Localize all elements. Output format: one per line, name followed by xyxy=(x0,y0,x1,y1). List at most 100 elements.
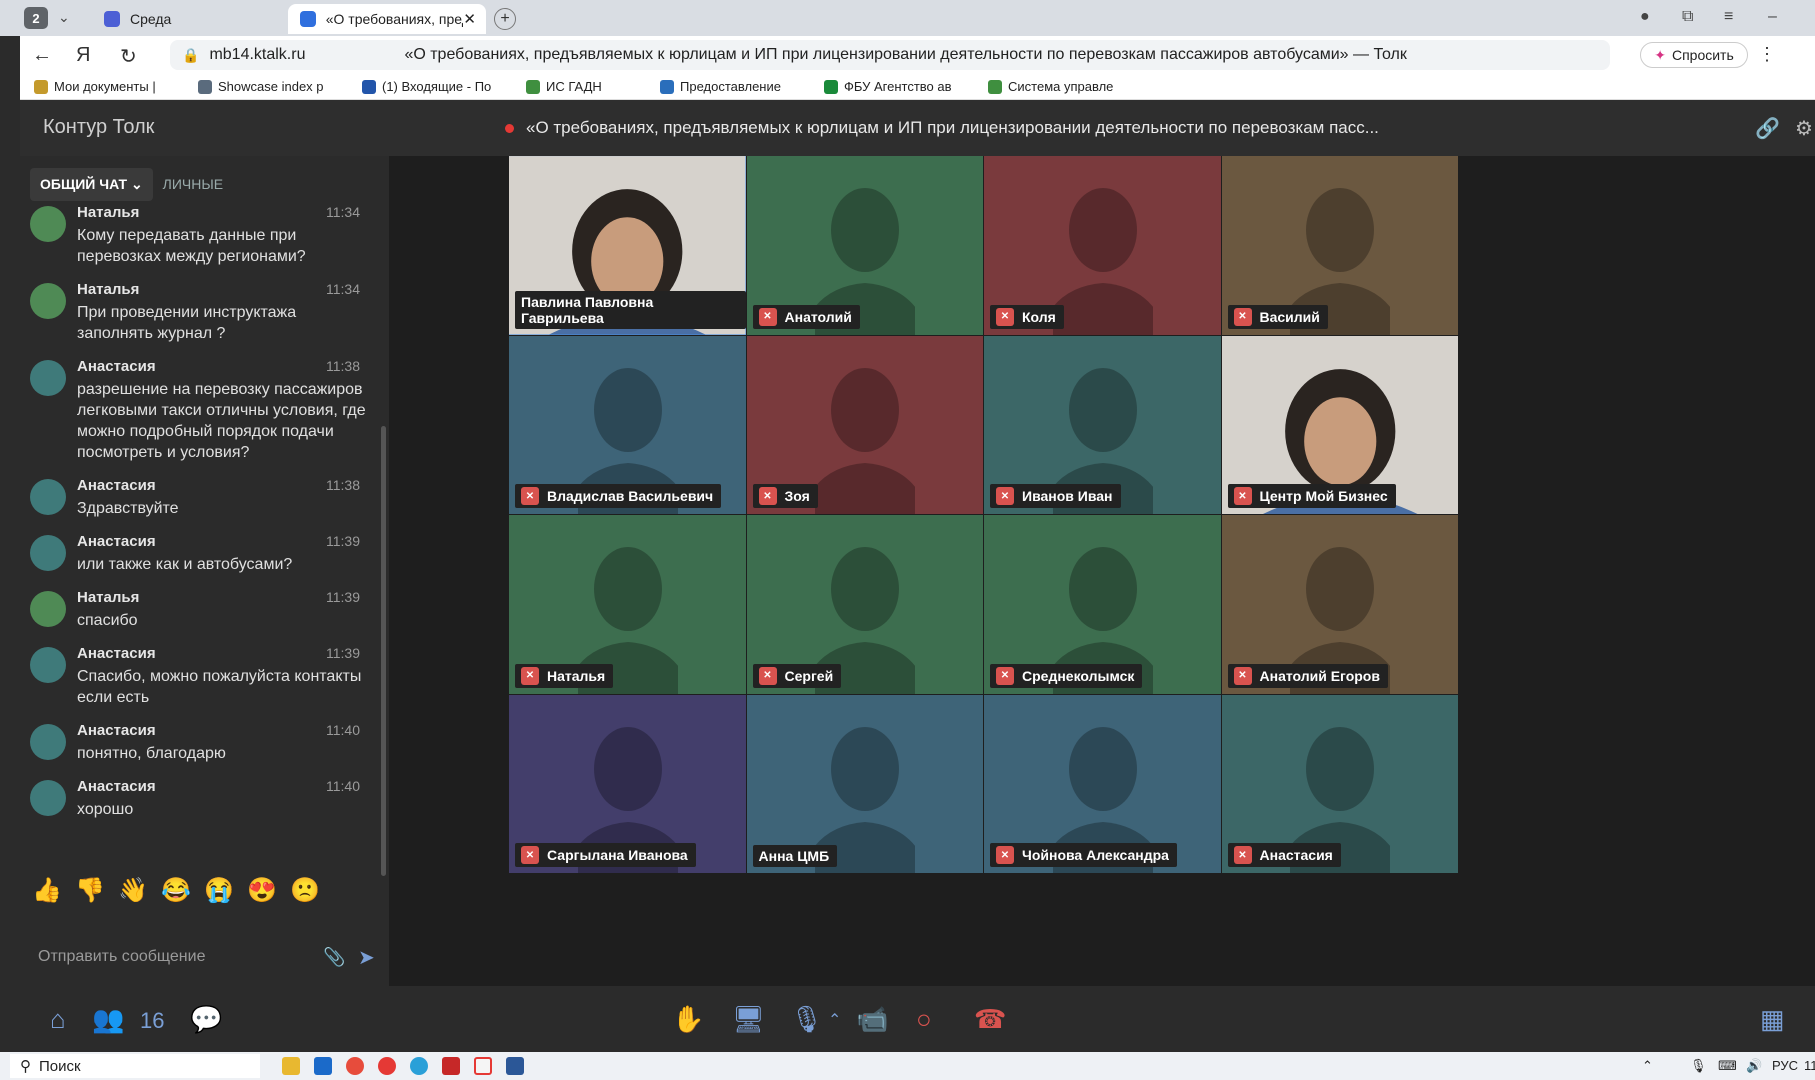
reload-icon[interactable]: ↻ xyxy=(120,44,137,69)
bookmark-item[interactable]: ФБУ Агентство ав xyxy=(824,79,974,94)
chevron-up-icon[interactable]: ⌃ xyxy=(828,1010,841,1030)
screen-share-icon[interactable]: 🖥 xyxy=(732,1004,765,1035)
message-time: 11:39 xyxy=(326,589,360,605)
message-composer[interactable]: Отправить сообщение 📎 ➤ xyxy=(38,938,378,976)
tray-mic-icon[interactable]: 🎙 xyxy=(1690,1058,1707,1074)
reaction-button[interactable]: 👎 xyxy=(75,876,118,905)
yandex-icon[interactable]: Я xyxy=(76,44,90,67)
minimize-icon[interactable]: – xyxy=(1768,8,1777,26)
participant-tile[interactable]: ✕ Центр Мой Бизнес xyxy=(1221,335,1458,514)
participant-tile[interactable]: ✕ Коля xyxy=(984,156,1221,335)
participant-tile[interactable]: Павлина Павловна Гаврильева xyxy=(509,156,746,335)
chat-scrollbar[interactable] xyxy=(381,426,386,876)
chat-message[interactable]: Анастасия 11:40 понятно, благодарю xyxy=(20,722,380,764)
bookmark-item[interactable]: ИС ГАДН xyxy=(526,79,646,94)
reaction-button[interactable]: 🙁 xyxy=(290,876,333,905)
chevron-down-icon[interactable]: ⌄ xyxy=(58,9,70,26)
tab-meeting[interactable]: «О требованиях, предъ ✕ xyxy=(288,4,486,34)
bookmark-item[interactable]: (1) Входящие - По xyxy=(362,79,512,94)
tray-volume-icon[interactable]: 🔊 xyxy=(1746,1058,1762,1074)
message-text: понятно, благодарю xyxy=(77,745,226,762)
chat-message[interactable]: Наталья 11:34 Кому передавать данные при п… xyxy=(20,204,380,267)
participant-tile[interactable]: ✕ Анатолий xyxy=(746,156,983,335)
participants-icon[interactable]: 👥 xyxy=(92,1004,124,1035)
participant-tile[interactable]: ✕ Владислав Васильевич xyxy=(509,335,746,514)
opera-icon[interactable] xyxy=(378,1057,396,1075)
participant-tile[interactable]: ✕ Зоя xyxy=(746,335,983,514)
tab-sreda[interactable]: Среда xyxy=(92,4,277,34)
tray-language[interactable]: РУС xyxy=(1772,1058,1798,1073)
menu-icon[interactable]: ≡ xyxy=(1724,8,1733,26)
avatar xyxy=(30,283,66,319)
bookmark-item[interactable]: Мои документы | xyxy=(34,79,184,94)
tray-arrow-icon[interactable]: ⌃ xyxy=(1642,1058,1653,1074)
chat-message[interactable]: Анастасия 11:40 хорошо xyxy=(20,778,380,820)
participant-tile[interactable]: ✕ Анастасия xyxy=(1221,694,1458,873)
participant-name: Анна ЦМБ xyxy=(758,848,830,864)
message-time: 11:40 xyxy=(326,722,360,738)
participant-count[interactable]: 16 xyxy=(140,1008,164,1034)
chat-message[interactable]: Анастасия 11:38 разрешение на перевозку па… xyxy=(20,358,380,463)
yandex-browser-icon[interactable] xyxy=(474,1057,492,1075)
edge-icon[interactable] xyxy=(410,1057,428,1075)
reaction-button[interactable]: 😭 xyxy=(204,876,247,905)
reaction-button[interactable]: 😂 xyxy=(161,876,204,905)
tab-common-chat[interactable]: ОБЩИЙ ЧАТ ⌄ xyxy=(30,168,153,201)
reaction-button[interactable]: 😍 xyxy=(247,876,290,905)
url-field[interactable]: 🔒 mb14.ktalk.ru «О требованиях, предъявл… xyxy=(170,40,1610,70)
explorer-icon[interactable] xyxy=(282,1057,300,1075)
profile-icon[interactable]: ● xyxy=(1640,8,1650,26)
raise-hand-icon[interactable]: ✋ xyxy=(672,1004,704,1035)
chat-message[interactable]: Анастасия 11:39 Спасибо, можно пожалуйста … xyxy=(20,645,380,708)
participant-tile[interactable]: ✕ Василий xyxy=(1221,156,1458,335)
hang-up-icon[interactable]: ☎ xyxy=(974,1004,1006,1035)
more-icon[interactable]: ⋮ xyxy=(1758,44,1776,65)
chrome-icon[interactable] xyxy=(346,1057,364,1075)
record-icon[interactable]: ○ xyxy=(916,1004,932,1035)
bookmark-item[interactable]: Система управле xyxy=(988,79,1138,94)
chat-message[interactable]: Наталья 11:39 спасибо xyxy=(20,589,380,631)
app-brand[interactable]: Контур Толк xyxy=(43,116,154,139)
tray-clock[interactable]: 11 xyxy=(1804,1058,1815,1073)
bookmark-item[interactable]: Showcase index p xyxy=(198,79,348,94)
tab-private-chat[interactable]: ЛИЧНЫЕ xyxy=(153,168,233,201)
tray-network-icon[interactable]: ⌨ xyxy=(1718,1058,1737,1074)
chat-icon[interactable]: 💬 xyxy=(190,1004,222,1035)
taskbar-search[interactable]: ⚲ Поиск xyxy=(10,1054,260,1078)
camera-icon[interactable]: 📹 xyxy=(856,1004,888,1035)
avatar xyxy=(30,780,66,816)
microphone-icon[interactable]: 🎙 xyxy=(790,1004,823,1035)
collections-icon[interactable]: ⧉ xyxy=(1682,8,1693,26)
chat-message[interactable]: Анастасия 11:38 Здравствуйте xyxy=(20,477,380,519)
participant-tile[interactable]: ✕ Среднеколымск xyxy=(984,515,1221,694)
tab-counter[interactable]: 2 xyxy=(24,7,48,29)
layout-icon[interactable]: ▦ xyxy=(1760,1004,1785,1035)
word-icon[interactable] xyxy=(506,1057,524,1075)
pdf-icon[interactable] xyxy=(442,1057,460,1075)
new-tab-button[interactable]: + xyxy=(494,8,516,30)
paperclip-icon[interactable]: 📎 xyxy=(323,947,345,968)
send-icon[interactable]: ➤ xyxy=(358,945,375,970)
participant-tile[interactable]: ✕ Анатолий Егоров xyxy=(1221,515,1458,694)
chat-message[interactable]: Анастасия 11:39 или также как и автобусами… xyxy=(20,533,380,575)
message-input[interactable]: Отправить сообщение xyxy=(38,948,205,966)
chat-message[interactable]: Наталья 11:34 При проведении инструктажа з… xyxy=(20,281,380,344)
address-bar: ← Я ↻ 🔒 mb14.ktalk.ru «О требованиях, пр… xyxy=(20,36,1815,74)
bookmark-item[interactable]: Предоставление xyxy=(660,79,810,94)
ask-button[interactable]: ✦ Спросить xyxy=(1640,42,1748,68)
outlook-icon[interactable] xyxy=(314,1057,332,1075)
close-icon[interactable]: ✕ xyxy=(463,10,476,28)
participant-tile[interactable]: ✕ Сергей xyxy=(746,515,983,694)
reaction-button[interactable]: 👍 xyxy=(32,876,75,905)
back-icon[interactable]: ← xyxy=(32,44,52,67)
link-icon[interactable]: 🔗 xyxy=(1755,116,1780,141)
mic-muted-icon: ✕ xyxy=(1233,846,1252,864)
participant-tile[interactable]: ✕ Иванов Иван xyxy=(984,335,1221,514)
participant-tile[interactable]: ✕ Саргылана Иванова xyxy=(509,694,746,873)
reaction-button[interactable]: 👋 xyxy=(118,876,161,905)
participant-tile[interactable]: ✕ Чойнова Александра xyxy=(984,694,1221,873)
gear-icon[interactable]: ⚙ xyxy=(1795,116,1813,141)
participant-tile[interactable]: Анна ЦМБ xyxy=(746,694,983,873)
participant-tile[interactable]: ✕ Наталья xyxy=(509,515,746,694)
apps-icon[interactable]: ⌂ xyxy=(50,1004,66,1035)
